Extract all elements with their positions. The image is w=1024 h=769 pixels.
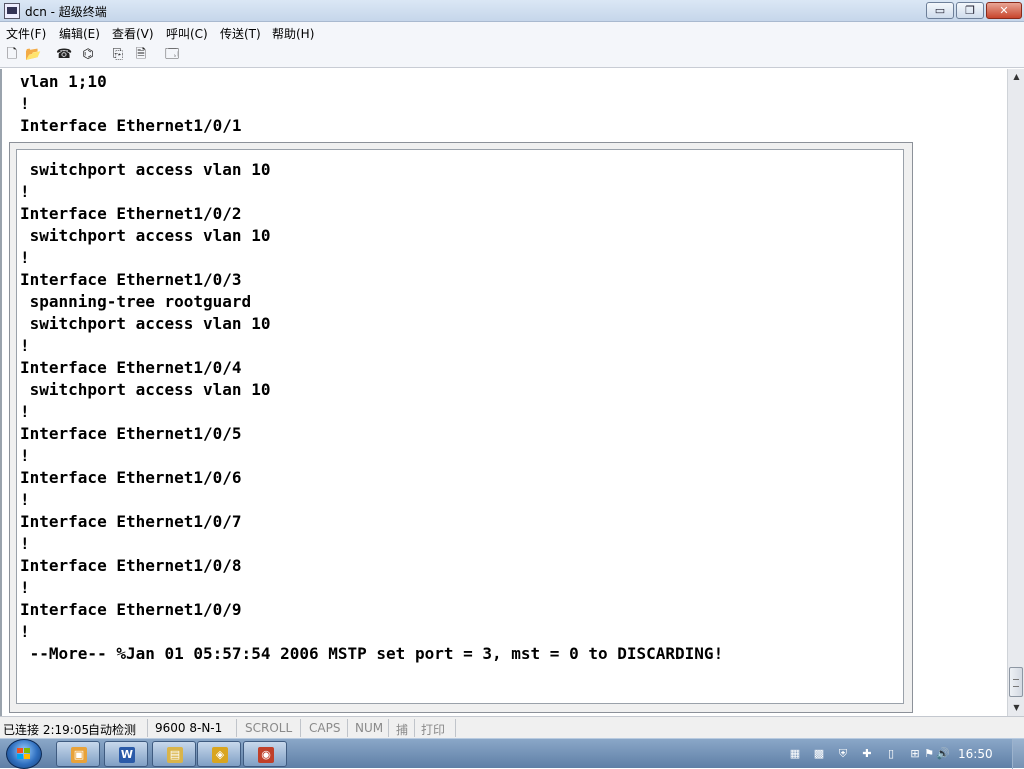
num-lock-indicator: NUM bbox=[355, 721, 384, 735]
vertical-scrollbar[interactable]: ▲ ▼ bbox=[1007, 69, 1024, 716]
green-status-icon[interactable]: ▩ bbox=[812, 747, 826, 761]
terminal-line: Interface Ethernet1/0/7 bbox=[20, 512, 242, 531]
terminal-line: switchport access vlan 10 bbox=[20, 314, 271, 333]
terminal-line: Interface Ethernet1/0/9 bbox=[20, 600, 242, 619]
terminal-line: ! bbox=[20, 94, 30, 113]
minimize-button[interactable]: ▭ bbox=[926, 2, 954, 19]
terminal-line: Interface Ethernet1/0/3 bbox=[20, 270, 242, 289]
flag-icon[interactable]: ⚑ bbox=[922, 747, 936, 761]
new-icon[interactable]: 🗋 bbox=[4, 47, 20, 63]
windows-taskbar: ▣ W ▤ ◈ ◉ ▦ ▩ ⛨ ✚ ▯ ⊞ ⚑ 🔊 16:50 bbox=[0, 738, 1024, 769]
receive-icon[interactable]: 🗎 bbox=[133, 47, 149, 63]
caps-lock-indicator: CAPS bbox=[309, 721, 341, 735]
menu-bar: 文件(F) 编辑(E) 查看(V) 呼叫(C) 传送(T) 帮助(H) bbox=[0, 22, 1024, 42]
send-icon[interactable]: ⎘ bbox=[110, 47, 126, 63]
call-icon[interactable]: ☎ bbox=[56, 47, 72, 63]
terminal-line: Interface Ethernet1/0/8 bbox=[20, 556, 242, 575]
terminal-line: Interface Ethernet1/0/5 bbox=[20, 424, 242, 443]
status-divider bbox=[388, 719, 389, 737]
status-divider bbox=[300, 719, 301, 737]
folder-app-icon: ▣ bbox=[71, 747, 87, 763]
terminal-line: ! bbox=[20, 336, 30, 355]
terminal-line: ! bbox=[20, 446, 30, 465]
taskbar-database-app[interactable]: ◈ bbox=[197, 741, 241, 767]
terminal-line: ! bbox=[20, 534, 30, 553]
database-app-icon: ◈ bbox=[212, 747, 228, 763]
taskbar-terminal-app[interactable]: ◉ bbox=[243, 741, 287, 767]
terminal-line: Interface Ethernet1/0/6 bbox=[20, 468, 242, 487]
menu-help[interactable]: 帮助(H) bbox=[272, 25, 314, 42]
menu-transfer[interactable]: 传送(T) bbox=[220, 25, 261, 42]
show-desktop-button[interactable] bbox=[1012, 739, 1024, 769]
network-icon[interactable]: ⊞ bbox=[908, 747, 922, 761]
print-echo-indicator: 打印 bbox=[421, 723, 446, 737]
terminal-line: Interface Ethernet1/0/4 bbox=[20, 358, 242, 377]
scroll-down-arrow-icon[interactable]: ▼ bbox=[1008, 700, 1024, 716]
start-button[interactable] bbox=[6, 739, 42, 769]
toolbar: 🗋 📂 ☎ ⌬ ⎘ 🗎 🗔 bbox=[0, 42, 1024, 68]
open-icon[interactable]: 📂 bbox=[25, 47, 41, 63]
scroll-up-arrow-icon[interactable]: ▲ bbox=[1008, 69, 1024, 85]
status-bar: 已连接 2:19:05 自动检测 9600 8-N-1 SCROLL CAPS … bbox=[0, 716, 1024, 738]
terminal-more-prompt: --More-- %Jan 01 05:57:54 2006 MSTP set … bbox=[20, 644, 724, 663]
status-divider bbox=[236, 719, 237, 737]
terminal-line: ! bbox=[20, 622, 30, 641]
status-divider bbox=[147, 719, 148, 737]
connection-status: 已连接 2:19:05 bbox=[3, 723, 90, 737]
properties-icon[interactable]: 🗔 bbox=[164, 47, 180, 63]
scrollbar-thumb[interactable] bbox=[1009, 667, 1023, 697]
menu-call[interactable]: 呼叫(C) bbox=[166, 25, 208, 42]
system-clock[interactable]: 16:50 bbox=[958, 747, 993, 761]
disconnect-icon[interactable]: ⌬ bbox=[80, 47, 96, 63]
terminal-line: Interface Ethernet1/0/2 bbox=[20, 204, 242, 223]
menu-view[interactable]: 查看(V) bbox=[112, 25, 154, 42]
hyperterminal-app-icon[interactable] bbox=[4, 3, 20, 19]
terminal-line: ! bbox=[20, 402, 30, 421]
baud-rate-status: 9600 8-N-1 bbox=[155, 721, 223, 735]
window-title: dcn - 超级终端 bbox=[25, 5, 107, 19]
terminal-line: vlan 1;10 bbox=[20, 72, 107, 91]
status-divider bbox=[347, 719, 348, 737]
status-divider bbox=[414, 719, 415, 737]
network-red-icon[interactable]: ▦ bbox=[788, 747, 802, 761]
clipboard-icon[interactable]: ▯ bbox=[884, 747, 898, 761]
menu-edit[interactable]: 编辑(E) bbox=[59, 25, 100, 42]
terminal-line: switchport access vlan 10 bbox=[20, 226, 271, 245]
explorer-app-icon: ▤ bbox=[167, 747, 183, 763]
terminal-app-icon: ◉ bbox=[258, 747, 274, 763]
title-bar[interactable]: dcn - 超级终端 ▭ ❐ ✕ bbox=[0, 0, 1024, 22]
auto-detect-status: 自动检测 bbox=[88, 723, 137, 737]
close-button[interactable]: ✕ bbox=[986, 2, 1022, 19]
taskbar-folder-app[interactable]: ▣ bbox=[56, 741, 100, 767]
terminal-line: ! bbox=[20, 248, 30, 267]
shield-icon[interactable]: ⛨ bbox=[836, 747, 850, 761]
terminal-line: ! bbox=[20, 182, 30, 201]
security-icon[interactable]: ✚ bbox=[860, 747, 874, 761]
status-divider bbox=[455, 719, 456, 737]
capture-indicator: 捕 bbox=[396, 723, 409, 737]
scroll-lock-indicator: SCROLL bbox=[245, 721, 293, 735]
terminal-line: ! bbox=[20, 490, 30, 509]
taskbar-word-app[interactable]: W bbox=[104, 741, 148, 767]
taskbar-explorer-app[interactable]: ▤ bbox=[152, 741, 196, 767]
terminal-line: spanning-tree rootguard bbox=[20, 292, 252, 311]
windows-logo-icon bbox=[17, 748, 31, 760]
terminal-line: ! bbox=[20, 578, 30, 597]
terminal-line: switchport access vlan 10 bbox=[20, 160, 271, 179]
terminal-screen[interactable]: vlan 1;10 ! Interface Ethernet1/0/1 swit… bbox=[0, 69, 1007, 716]
menu-file[interactable]: 文件(F) bbox=[6, 25, 46, 42]
volume-icon[interactable]: 🔊 bbox=[936, 747, 950, 761]
terminal-line: Interface Ethernet1/0/1 bbox=[20, 116, 242, 135]
word-app-icon: W bbox=[119, 747, 135, 763]
terminal-line: switchport access vlan 10 bbox=[20, 380, 271, 399]
maximize-button[interactable]: ❐ bbox=[956, 2, 984, 19]
